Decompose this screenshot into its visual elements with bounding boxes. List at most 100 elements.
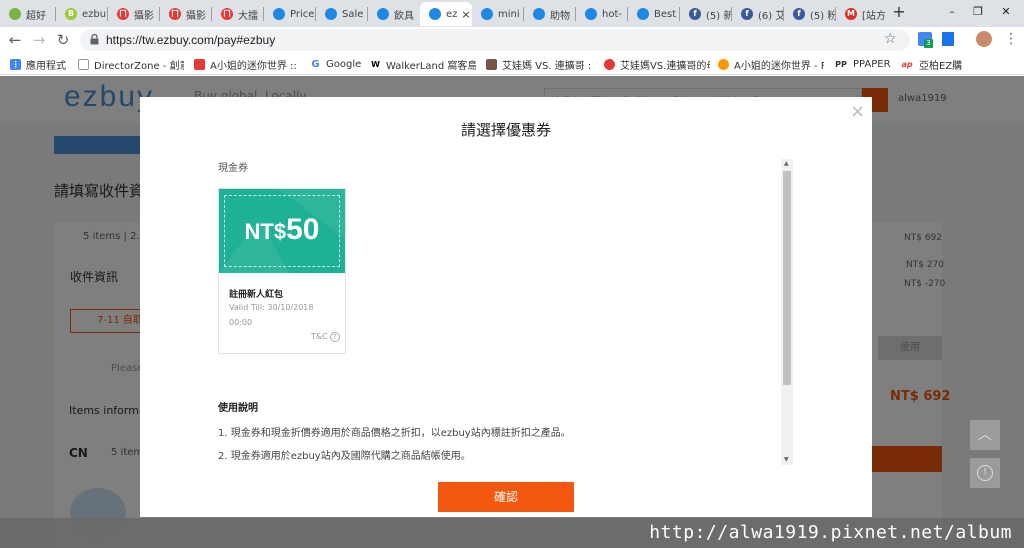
coupon-tc-link[interactable]: T&C	[311, 332, 328, 341]
tab-0[interactable]: 超好	[0, 2, 56, 26]
facebook-icon: f	[741, 8, 753, 20]
scroll-up-icon[interactable]: ▲	[784, 160, 789, 167]
tab-label: Price	[290, 8, 315, 20]
bookmark-3[interactable]: G Google	[310, 57, 361, 71]
bookmark-apps[interactable]: ⋮ 應用程式	[10, 57, 66, 71]
back-to-top-icon[interactable]: ︿	[970, 420, 1000, 450]
tab-4[interactable]: ㄇ大擂	[212, 2, 264, 26]
tab-label: (5) 粉	[810, 10, 836, 22]
coupon-value: 50	[286, 213, 320, 246]
tab-label: Sale	[342, 8, 364, 20]
tab-14[interactable]: f (6) 艾	[732, 2, 784, 26]
close-icon[interactable]: ×	[850, 101, 865, 122]
browser-toolbar: ← → ↻ https://tw.ezbuy.com/pay#ezbuy ☆ 3…	[0, 27, 1024, 53]
coupon-list[interactable]: 現金券 NT$50 註冊新人紅包 Valid Till: 30/10/2018 …	[218, 159, 790, 465]
bookmark-label: 艾娃媽 VS. 連擴哥 :	[502, 60, 592, 72]
section-label: 現金券	[218, 163, 248, 174]
ezbuy-favicon-icon	[637, 8, 649, 20]
coupon-header: NT$50	[219, 189, 345, 273]
menu-dots-icon[interactable]: ⋮	[1004, 31, 1018, 47]
tab-8-active[interactable]: ez ×	[420, 2, 472, 26]
bookmark-label: A小姐的迷你世界 - F	[734, 60, 824, 72]
bookmark-6[interactable]: 艾娃媽VS.連擴哥的母	[604, 57, 710, 71]
bookmark-4[interactable]: W WalkerLand 窩客島	[370, 57, 476, 72]
tab-12[interactable]: Best	[628, 2, 680, 26]
coupon-valid-time: 00:00	[229, 318, 253, 327]
bookmarks-bar: ⋮ 應用程式 DirectorZone - 創意 A小姐的迷你世界 :: 痞 GG…	[0, 53, 1024, 75]
bookmark-label: PPAPER	[853, 58, 891, 70]
tab-9[interactable]: mini	[472, 2, 524, 26]
tab-10[interactable]: 助物	[524, 2, 576, 26]
new-tab-button[interactable]: +	[888, 3, 910, 23]
tab-label: (5) 新	[706, 10, 732, 22]
tab-6[interactable]: Sale	[316, 2, 368, 26]
close-tab-icon[interactable]: ×	[461, 8, 470, 21]
site-favicon-icon	[194, 58, 205, 70]
tab-2[interactable]: ㄇ攝影	[108, 2, 160, 26]
tab-5[interactable]: Price	[264, 2, 316, 26]
coupon-valid-till: Valid Till: 30/10/2018	[229, 303, 314, 312]
address-bar[interactable]: https://tw.ezbuy.com/pay#ezbuy ☆	[80, 29, 910, 51]
tab-label: ez	[446, 8, 458, 20]
bookmark-7[interactable]: A小姐的迷你世界 - F	[718, 57, 824, 71]
lock-icon	[90, 34, 99, 45]
extension-icon[interactable]: 3	[918, 32, 933, 48]
profile-avatar[interactable]	[976, 31, 992, 47]
tab-11[interactable]: hot-	[576, 2, 628, 26]
scrollbar-thumb[interactable]	[783, 171, 791, 385]
modal-title: 請選擇優惠券	[460, 121, 551, 139]
tab-strip: 超好 Bezbu ㄇ攝影 ㄇ攝影 ㄇ大擂 Price Sale 飲具 ez × m…	[0, 0, 1024, 27]
tab-7[interactable]: 飲具	[368, 2, 420, 26]
instruction-item: 1. 現金券和現金折價券適用於商品價格之折扣，以ezbuy站內標註折扣之產品。	[218, 428, 571, 439]
bookmark-label: DirectorZone - 創意	[94, 60, 184, 72]
forward-button[interactable]: →	[30, 31, 48, 49]
bookmark-star-icon[interactable]: ☆	[884, 31, 897, 47]
leaf-icon	[9, 8, 21, 20]
tab-label: 超好	[26, 10, 46, 22]
window-close-button[interactable]: ✕	[994, 2, 1018, 22]
bookmark-1[interactable]: DirectorZone - 創意	[78, 57, 184, 71]
reload-button[interactable]: ↻	[54, 31, 72, 49]
site-favicon-icon: ㄇ	[221, 8, 233, 20]
tab-label: 大擂	[238, 10, 258, 22]
facebook-icon: f	[793, 8, 805, 20]
tab-13[interactable]: f (5) 新	[680, 2, 732, 26]
bookmark-label: 艾娃媽VS.連擴哥的母	[620, 60, 710, 72]
tab-label: Best	[654, 8, 677, 20]
bookmark-2[interactable]: A小姐的迷你世界 :: 痞	[194, 57, 300, 71]
question-icon[interactable]: ?	[330, 332, 340, 342]
tab-15[interactable]: f (5) 粉	[784, 2, 836, 26]
help-icon[interactable]: !	[970, 458, 1000, 488]
gmail-icon: M	[845, 8, 857, 20]
ezbuy-favicon-icon	[273, 8, 285, 20]
confirm-button[interactable]: 確認	[438, 482, 574, 512]
tab-3[interactable]: ㄇ攝影	[160, 2, 212, 26]
modal-scrollbar[interactable]: ▲ ▼	[781, 159, 793, 465]
site-favicon-icon	[486, 58, 497, 70]
apps-grid-icon: ⋮	[10, 58, 21, 70]
maximize-button[interactable]: ❐	[966, 2, 990, 22]
page-icon	[78, 58, 89, 70]
tab-label: hot-	[602, 8, 622, 20]
ezbuy-favicon-icon	[481, 8, 493, 20]
coupon-card[interactable]: NT$50 註冊新人紅包 Valid Till: 30/10/2018 00:0…	[218, 188, 346, 354]
site-favicon-icon: ㄇ	[169, 8, 181, 20]
bookmark-label: WalkerLand 窩客島	[386, 60, 476, 72]
bookmark-8[interactable]: PP PPAPER	[834, 57, 891, 71]
extension-badge: 3	[924, 39, 933, 48]
tab-1[interactable]: Bezbu	[56, 2, 108, 26]
instruction-item: 2. 現金券適用於ezbuy站內及國際代購之商品結帳使用。	[218, 451, 471, 462]
bookmark-9[interactable]: ap 亞柏EZ購	[900, 57, 962, 72]
scroll-down-icon[interactable]: ▼	[784, 456, 789, 463]
coupon-currency: NT$	[244, 219, 287, 244]
tab-label: ezbu	[82, 8, 107, 20]
tab-label: (6) 艾	[758, 10, 784, 22]
bookmark-manager-icon[interactable]	[942, 32, 954, 46]
tab-16[interactable]: M [站方	[836, 2, 888, 26]
back-button[interactable]: ←	[6, 31, 24, 49]
site-favicon-icon: ㄇ	[117, 8, 129, 20]
minimize-button[interactable]: –	[940, 2, 964, 22]
bookmark-label: A小姐的迷你世界 :: 痞	[210, 60, 300, 72]
bookmark-5[interactable]: 艾娃媽 VS. 連擴哥 :	[486, 57, 592, 71]
walkerland-icon: W	[371, 59, 380, 69]
